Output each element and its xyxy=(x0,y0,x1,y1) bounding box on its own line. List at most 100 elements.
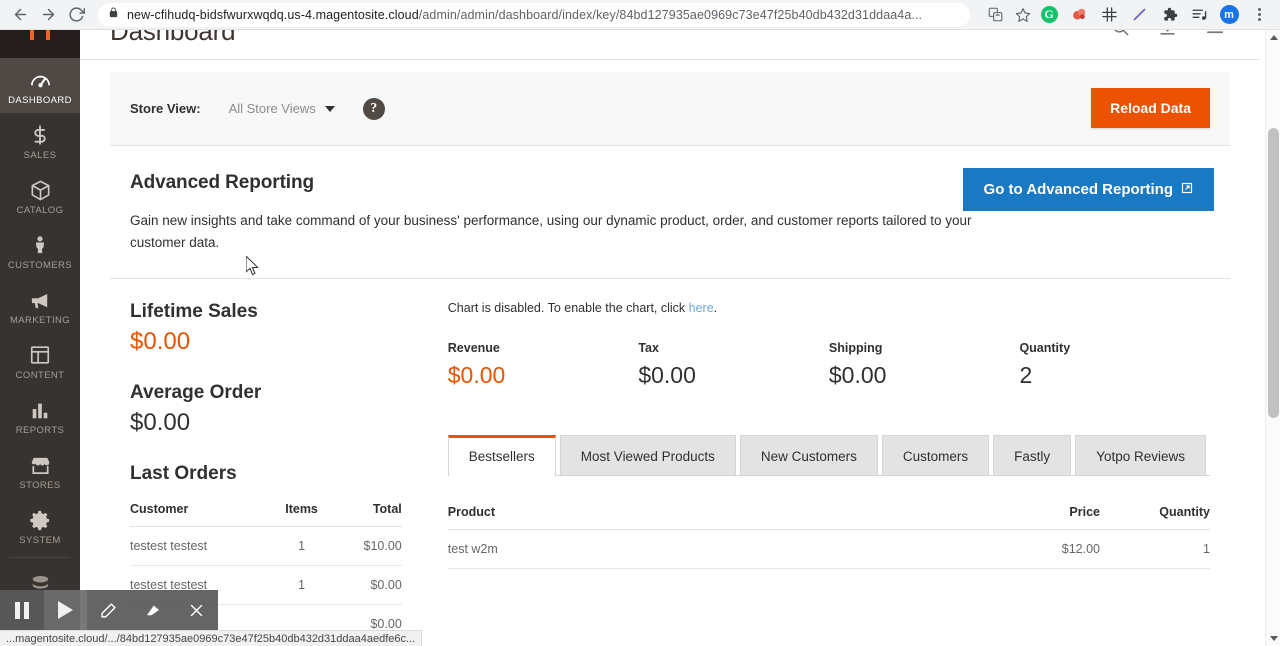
profile-avatar[interactable]: m xyxy=(1216,2,1242,28)
average-order-block: Average Order $0.00 xyxy=(130,382,402,437)
store-view-select[interactable]: All Store Views xyxy=(229,101,335,116)
lock-icon xyxy=(108,6,119,24)
tab-fastly[interactable]: Fastly xyxy=(993,435,1072,476)
store-view-label: Store View: xyxy=(130,101,201,116)
enable-chart-link[interactable]: here xyxy=(689,301,714,315)
tab-yotpo-reviews[interactable]: Yotpo Reviews xyxy=(1075,435,1206,476)
page-title: Dashboard xyxy=(110,30,236,46)
translate-icon[interactable] xyxy=(982,2,1008,28)
sidebar-label: STORES xyxy=(19,480,61,491)
pen-icon[interactable] xyxy=(87,590,131,630)
advanced-reporting-section: Advanced Reporting Gain new insights and… xyxy=(110,146,1230,279)
dashboard-right-column: Chart is disabled. To enable the chart, … xyxy=(430,279,1211,644)
scroll-down-arrow-icon[interactable] xyxy=(1266,631,1280,646)
column-header-quantity: Quantity xyxy=(1100,498,1210,530)
bookmark-star-icon[interactable] xyxy=(1010,2,1036,28)
help-icon[interactable]: ? xyxy=(362,97,385,120)
sidebar-item-content[interactable]: CONTENT xyxy=(0,333,80,388)
back-button[interactable] xyxy=(6,1,34,29)
url-host: new-cfihudq-bidsfwurxwqdq.us-4.magentosi… xyxy=(127,7,419,22)
close-icon[interactable] xyxy=(174,590,218,630)
reload-button[interactable] xyxy=(62,1,90,29)
average-order-label: Average Order xyxy=(130,382,262,403)
reload-data-button[interactable]: Reload Data xyxy=(1091,88,1210,128)
marker-icon[interactable] xyxy=(1126,2,1152,28)
sidebar-item-stores[interactable]: STORES xyxy=(0,443,80,498)
adblock-icon[interactable] xyxy=(1066,2,1092,28)
extension-icons: G m xyxy=(1036,2,1274,28)
go-to-advanced-reporting-button[interactable]: Go to Advanced Reporting xyxy=(962,168,1214,211)
sidebar-label: REPORTS xyxy=(15,425,65,436)
pause-icon[interactable] xyxy=(0,590,44,630)
stat-value: 2 xyxy=(1019,362,1033,388)
sidebar-label: SALES xyxy=(23,150,57,161)
grid-icon[interactable] xyxy=(1096,2,1122,28)
chart-message-prefix: Chart is disabled. To enable the chart, … xyxy=(447,301,689,315)
stat-revenue: Revenue $0.00 xyxy=(448,341,639,389)
column-header-customer: Customer xyxy=(130,495,272,527)
admin-sidebar: DASHBOARD SALES CATALOG CUSTOMERS MARKET xyxy=(0,30,80,646)
gear-icon xyxy=(2,507,78,533)
stat-value: $0.00 xyxy=(638,362,696,388)
sidebar-item-marketing[interactable]: MARKETING xyxy=(0,278,80,333)
sidebar-item-customers[interactable]: CUSTOMERS xyxy=(0,223,80,278)
button-label: Go to Advanced Reporting xyxy=(983,181,1173,198)
stat-shipping: Shipping $0.00 xyxy=(829,341,1020,389)
magento-logo[interactable] xyxy=(0,30,80,58)
address-bar[interactable]: new-cfihudq-bidsfwurxwqdq.us-4.magentosi… xyxy=(98,2,970,27)
bestsellers-table: Product Price Quantity test w2m $12.00 1 xyxy=(447,498,1210,569)
lifetime-sales-block: Lifetime Sales $0.00 xyxy=(130,301,402,356)
stat-value: $0.00 xyxy=(447,362,506,388)
highlighter-icon[interactable] xyxy=(131,590,175,630)
dashboard-tabs: Bestsellers Most Viewed Products New Cus… xyxy=(447,435,1211,477)
tab-bestsellers[interactable]: Bestsellers xyxy=(447,435,556,477)
download-icon[interactable] xyxy=(1158,30,1177,42)
sidebar-label: CONTENT xyxy=(15,370,65,381)
cell-items: 1 xyxy=(271,526,332,566)
stat-label: Shipping xyxy=(828,341,883,355)
forward-button[interactable] xyxy=(34,1,62,29)
cell-product: test w2m xyxy=(447,529,960,569)
stat-label: Tax xyxy=(638,341,659,355)
lifetime-sales-label: Lifetime Sales xyxy=(130,301,258,322)
stat-label: Revenue xyxy=(447,341,500,355)
stat-tax: Tax $0.00 xyxy=(638,341,829,389)
scroll-up-arrow-icon[interactable] xyxy=(1266,30,1280,45)
stat-value: $0.00 xyxy=(828,362,887,388)
box-icon xyxy=(2,177,78,203)
column-header-price: Price xyxy=(960,498,1100,530)
sidebar-item-reports[interactable]: REPORTS xyxy=(0,388,80,443)
extensions-puzzle-icon[interactable] xyxy=(1156,2,1182,28)
grammarly-icon[interactable]: G xyxy=(1036,2,1062,28)
search-icon[interactable] xyxy=(1111,30,1130,42)
play-icon[interactable] xyxy=(43,590,88,630)
column-header-product: Product xyxy=(447,498,960,530)
tab-customers[interactable]: Customers xyxy=(881,435,990,476)
cell-customer: testest testest xyxy=(130,526,272,566)
sidebar-label: DASHBOARD xyxy=(8,95,72,106)
cell-total: $10.00 xyxy=(331,526,402,566)
layout-icon xyxy=(2,342,78,368)
page-scrollbar[interactable] xyxy=(1265,30,1280,646)
tab-most-viewed-products[interactable]: Most Viewed Products xyxy=(559,435,736,476)
sidebar-item-system[interactable]: SYSTEM xyxy=(0,498,80,553)
browser-menu-icon[interactable] xyxy=(1246,2,1272,28)
sidebar-item-catalog[interactable]: CATALOG xyxy=(0,168,80,223)
reading-list-icon[interactable] xyxy=(1186,2,1212,28)
lifetime-sales-value: $0.00 xyxy=(130,328,191,355)
column-header-items: Items xyxy=(271,495,332,527)
sidebar-item-sales[interactable]: SALES xyxy=(0,113,80,168)
cell-total: $0.00 xyxy=(331,565,402,605)
menu-icon[interactable] xyxy=(1205,30,1225,42)
mouse-cursor xyxy=(245,254,260,281)
scrollbar-thumb[interactable] xyxy=(1268,128,1279,418)
last-orders-title: Last Orders xyxy=(130,463,237,484)
sidebar-item-dashboard[interactable]: DASHBOARD xyxy=(0,58,80,113)
screen-recorder-toolbar xyxy=(0,590,218,630)
table-header-row: Product Price Quantity xyxy=(447,498,1210,530)
table-row[interactable]: testest testest 1 $10.00 xyxy=(130,526,402,566)
stat-quantity: Quantity 2 xyxy=(1019,341,1210,389)
table-row[interactable]: test w2m $12.00 1 xyxy=(447,529,1210,569)
bar-chart-icon xyxy=(2,397,78,423)
tab-new-customers[interactable]: New Customers xyxy=(739,435,878,476)
